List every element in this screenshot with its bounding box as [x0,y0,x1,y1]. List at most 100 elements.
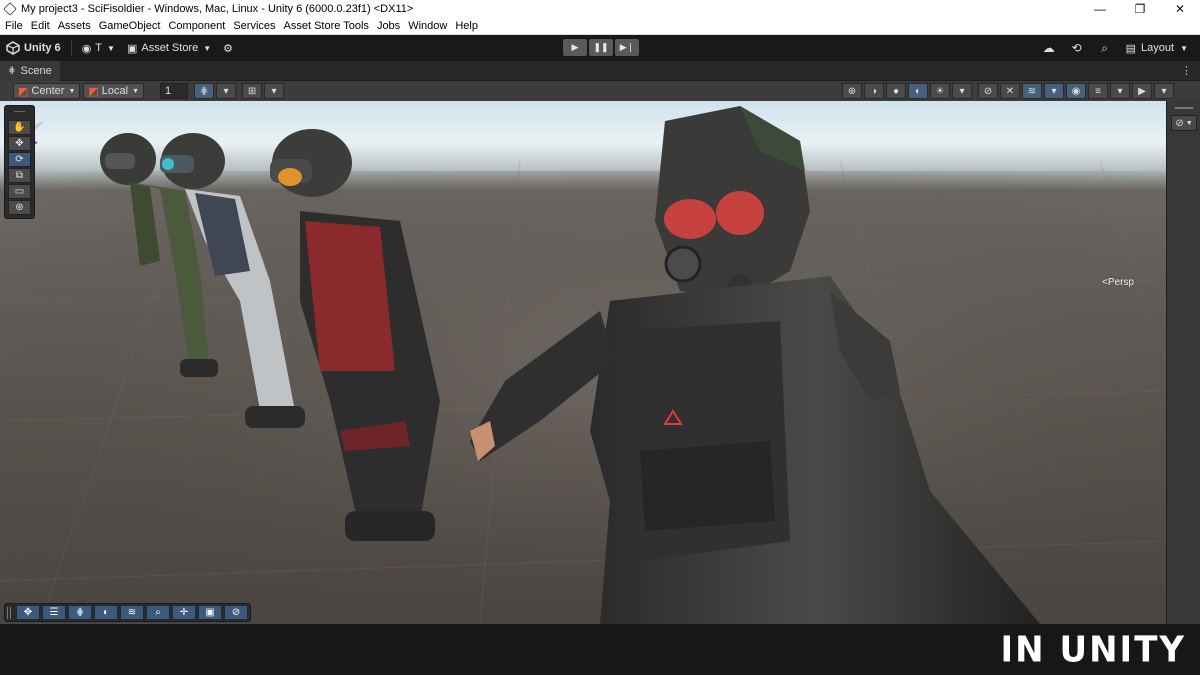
toolbar-right: ☁ ⟲ ⌕ ▤ Layout ▼ [1036,38,1194,58]
scene-tab-bar: ⋕ Scene ⋮ [0,60,1200,81]
asset-store-label: Asset Store [141,42,199,54]
pivot-overlay-icon[interactable]: ✛ [172,605,196,620]
layers-icon[interactable]: ≋ [1022,83,1042,99]
align-overlay-icon[interactable]: ☰ [42,605,66,620]
visibility-eye-icon[interactable]: ◉ [1066,83,1086,99]
chevron-down-icon: ▼ [132,87,140,95]
zoom-overlay-icon[interactable]: ⌕ [146,605,170,620]
effects-icon[interactable]: ✕ [1000,83,1020,99]
orbit-overlay-icon[interactable]: ◐ [94,605,118,620]
unlit-icon[interactable]: ● [886,83,906,99]
overlay-menu-strip: ⊘ ▼ [1166,101,1200,624]
menu-jobs[interactable]: Jobs [373,20,404,32]
menu-bar: File Edit Assets GameObject Component Se… [0,18,1200,35]
pause-button[interactable]: ❚❚ [589,39,613,56]
lighting-icon[interactable]: ☀ [930,83,950,99]
menu-file[interactable]: File [0,20,27,32]
account-label: T [95,42,103,54]
history-icon[interactable]: ⟲ [1064,38,1090,58]
window-titlebar: My project3 - SciFisoldier - Windows, Ma… [0,0,1200,18]
transform-tool-palette: ✋ ✥ ⟳ ⧉ ▭ ⊛ [4,105,35,219]
menu-component[interactable]: Component [164,20,229,32]
toolbar-grip-handle[interactable] [7,606,11,619]
scene-toolbar: ◩ Center ▼ ◩ Local ▼ 1 ⋕ ▾ ⊞ ▾ ⊕ ◑ ● ◐ ☀… [0,81,1200,101]
grid-icon: ⋕ [199,85,209,97]
tab-scene[interactable]: ⋕ Scene [0,60,60,81]
scene-layers-icon[interactable]: ≡ [1088,83,1108,99]
account-dropdown[interactable]: ◉ T ▼ [76,38,121,58]
chevron-down-icon: ▼ [203,43,212,53]
grid-visibility-button[interactable]: ⋕ [194,83,215,99]
grid-options-dropdown[interactable]: ▾ [216,83,237,99]
minimize-button[interactable]: — [1080,0,1120,18]
snap-settings-button[interactable]: ⊞ [242,83,263,99]
rotate-tool-icon[interactable]: ⟳ [8,152,31,167]
snap-icon: ⊞ [247,85,257,97]
palette-grab-handle[interactable] [14,111,25,119]
scene-viewport[interactable]: <Persp [0,101,1166,624]
close-button[interactable]: ✕ [1160,0,1200,18]
scale-tool-icon[interactable]: ⧉ [8,168,31,183]
toolbar-divider [70,40,72,56]
shopping-bag-icon: ▣ [126,42,138,55]
overlay-toolbar: ✥ ☰ ⋕ ◐ ≋ ⌕ ✛ ▣ ⊘ [4,603,251,622]
camera-dropdown[interactable]: ▾ [1154,83,1174,99]
lighting-dropdown[interactable]: ▾ [952,83,972,99]
overlay-grab-handle[interactable] [1084,208,1098,211]
camera-icon[interactable]: ▶ [1132,83,1152,99]
menu-asset-store-tools[interactable]: Asset Store Tools [280,20,373,32]
unity-logo-icon [6,41,20,55]
shaded-wireframe-icon[interactable]: ◑ [864,83,884,99]
snap-options-dropdown[interactable]: ▾ [264,83,285,99]
asset-store-dropdown[interactable]: ▣ Asset Store ▼ [121,38,217,58]
grid-snap-field[interactable]: 1 [160,83,189,99]
perspective-label[interactable]: <Persp [1102,277,1134,288]
rect-tool-icon[interactable]: ▭ [8,184,31,199]
layout-dropdown[interactable]: ▤ Layout ▼ [1120,38,1194,58]
transform-tool-icon[interactable]: ⊛ [8,200,31,215]
unity-version-button[interactable]: Unity 6 [0,38,67,58]
chevron-down-icon: ▾ [223,85,229,97]
menu-services[interactable]: Services [229,20,279,32]
cloud-icon[interactable]: ☁ [1036,38,1062,58]
account-icon: ◉ [81,42,92,55]
more-options-icon[interactable]: ⋮ [1181,64,1192,77]
menu-window[interactable]: Window [404,20,451,32]
step-button[interactable]: ▶❘ [615,39,639,56]
pivot-rotation-dropdown[interactable]: ◩ Local ▼ [83,83,145,99]
chevron-down-icon: ▼ [68,87,76,95]
unity-app-icon [3,2,17,16]
scene-layers-dropdown[interactable]: ▾ [1110,83,1130,99]
layers-overlay-icon[interactable]: ≋ [120,605,144,620]
search-icon[interactable]: ⌕ [1092,38,1118,58]
pivot-mode-dropdown[interactable]: ◩ Center ▼ [13,83,81,99]
menu-edit[interactable]: Edit [27,20,54,32]
gear-icon: ⚙ [223,42,234,55]
menu-assets[interactable]: Assets [54,20,95,32]
move-tool-icon[interactable]: ✥ [8,136,31,151]
shaded-icon[interactable]: ◐ [908,83,928,99]
compass-icon: ⊘ [1175,117,1184,129]
pivot-rotation-label: Local [101,85,129,97]
scene-view-options: ⊕ ◑ ● ◐ ☀ ▾ ⊘ ✕ ≋ ▾ ◉ ≡ ▾ ▶ ▾ [840,83,1174,99]
chevron-down-icon: ▼ [107,43,115,53]
compass-dropdown-button[interactable]: ⊘ ▼ [1171,115,1197,131]
window-controls: — ❐ ✕ [1080,0,1200,18]
strip-grab-handle[interactable] [1175,107,1193,109]
menu-help[interactable]: Help [451,20,482,32]
play-button[interactable]: ▶ [563,39,587,56]
camera-overlay-icon[interactable]: ▣ [198,605,222,620]
hand-tool-icon[interactable]: ✋ [8,120,31,135]
pivot-icon: ◩ [18,85,29,98]
grid-overlay-icon[interactable]: ⋕ [68,605,92,620]
watermark-text: IN UNITY [1000,629,1186,671]
collab-settings-button[interactable]: ⚙ [217,38,239,58]
navigate-overlay-icon[interactable]: ⊘ [224,605,248,620]
audio-mute-icon[interactable]: ⊘ [978,83,998,99]
move-overlay-icon[interactable]: ✥ [16,605,40,620]
layers-dropdown[interactable]: ▾ [1044,83,1064,99]
draw-mode-icon[interactable]: ⊕ [842,83,862,99]
chevron-down-icon: ▼ [1180,43,1188,53]
restore-button[interactable]: ❐ [1120,0,1160,18]
menu-gameobject[interactable]: GameObject [95,20,165,32]
